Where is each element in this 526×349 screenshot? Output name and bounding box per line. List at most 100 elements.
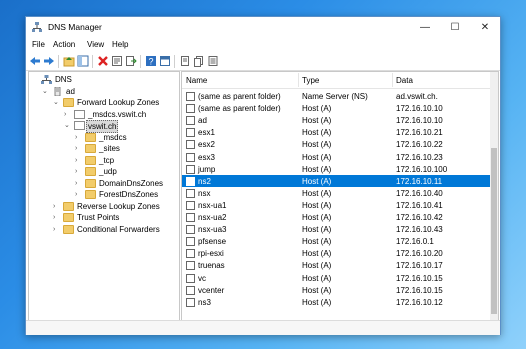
record-data: 172.16.10.12 (396, 297, 443, 307)
record-icon (186, 152, 195, 162)
record-icon (186, 285, 195, 295)
up-folder-icon[interactable] (63, 55, 75, 67)
record-type: Host (A) (302, 273, 332, 283)
expand-icon[interactable]: › (75, 155, 83, 166)
tree-node-label: ForestDnsZones (99, 190, 159, 199)
window-title: DNS Manager (48, 22, 102, 32)
record-type: Host (A) (302, 261, 332, 271)
column-data-header[interactable]: Data (396, 76, 413, 85)
record-row[interactable]: rpi-esxi Host (A) 172.16.10.20 (182, 247, 490, 259)
forward-icon[interactable] (43, 55, 55, 67)
delete-icon[interactable] (97, 55, 109, 67)
close-button[interactable]: ✕ (470, 17, 500, 38)
tree-node-label: DNS (55, 75, 72, 84)
record-row[interactable]: esx3 Host (A) 172.16.10.23 (182, 151, 490, 163)
collapse-icon[interactable]: ⌄ (64, 120, 72, 131)
record-name: nsx-ua2 (198, 213, 227, 222)
maximize-button[interactable]: ☐ (440, 17, 470, 38)
collapse-icon[interactable]: ⌄ (53, 97, 61, 108)
record-icon (186, 104, 195, 114)
expand-icon[interactable]: › (75, 143, 83, 154)
svg-text:?: ? (148, 57, 153, 67)
record-row[interactable]: (same as parent folder) Name Server (NS) a… (182, 90, 490, 102)
record-row[interactable]: nsx-ua3 Host (A) 172.16.10.43 (182, 223, 490, 235)
server-icon (52, 86, 63, 96)
copy-icon[interactable] (193, 55, 205, 67)
record-row[interactable]: esx1 Host (A) 172.16.10.21 (182, 126, 490, 138)
folder-icon (85, 144, 96, 153)
record-row[interactable]: ns2 Host (A) 172.16.10.11 (182, 174, 490, 187)
record-type: Host (A) (302, 140, 332, 150)
menu-action[interactable]: Action (53, 40, 75, 49)
record-icon (186, 92, 195, 101)
record-row[interactable]: vcenter Host (A) 172.16.10.15 (182, 284, 490, 296)
record-row[interactable]: esx2 Host (A) 172.16.10.22 (182, 138, 490, 150)
record-row[interactable]: nsx-ua1 Host (A) 172.16.10.41 (182, 199, 490, 211)
menu-help[interactable]: Help (112, 40, 128, 49)
expand-icon[interactable]: › (53, 201, 61, 212)
record-row[interactable]: vc Host (A) 172.16.10.15 (182, 272, 490, 284)
record-row[interactable]: nsx Host (A) 172.16.10.40 (182, 187, 490, 199)
tree-node-label: Forward Lookup Zones (77, 98, 160, 107)
properties-icon[interactable] (111, 55, 123, 67)
record-name: nsx-ua3 (198, 225, 227, 235)
record-name: vc (198, 273, 206, 283)
record-row[interactable]: jump Host (A) 172.16.10.100 (182, 163, 490, 175)
expand-icon[interactable]: › (75, 166, 83, 177)
help-icon[interactable]: ? (145, 55, 157, 67)
expand-icon[interactable]: › (75, 189, 83, 200)
tree-node-label: Trust Points (77, 213, 120, 222)
menu-file[interactable]: File (32, 40, 45, 49)
record-name: rpi-esxi (198, 249, 224, 259)
record-data: 172.16.10.100 (396, 164, 448, 174)
folder-icon (63, 201, 74, 211)
record-icon (186, 237, 195, 247)
record-name: nsx-ua1 (198, 200, 227, 210)
record-data: 172.16.10.22 (396, 140, 443, 150)
record-name: ns2 (198, 176, 211, 186)
show-hide-tree-icon[interactable] (77, 55, 89, 67)
expand-icon[interactable]: › (75, 178, 83, 189)
record-data: 172.16.0.1 (396, 237, 434, 247)
record-data: 172.16.10.42 (396, 213, 443, 222)
records-list: Name Type Data (same as parent folder) Na… (181, 71, 499, 322)
column-type-header[interactable]: Type (302, 76, 319, 85)
record-row[interactable]: ns3 Host (A) 172.16.10.12 (182, 296, 490, 308)
toolbar: ? (26, 53, 500, 71)
record-icon[interactable] (179, 55, 191, 67)
record-data: 172.16.10.23 (396, 152, 443, 162)
record-data: 172.16.10.43 (396, 225, 443, 235)
folder-icon (63, 213, 74, 222)
record-row[interactable]: truenas Host (A) 172.16.10.17 (182, 259, 490, 271)
list-icon[interactable] (207, 55, 219, 67)
record-row[interactable]: pfsense Host (A) 172.16.0.1 (182, 235, 490, 247)
console-icon[interactable] (159, 55, 171, 67)
expand-icon[interactable]: › (53, 212, 61, 223)
expand-icon[interactable]: › (64, 109, 72, 120)
record-name: esx3 (198, 152, 215, 162)
record-data: 172.16.10.10 (396, 104, 443, 114)
record-name: jump (198, 164, 216, 174)
record-icon (186, 188, 195, 198)
expand-icon[interactable]: › (75, 132, 83, 143)
expand-icon[interactable]: › (53, 224, 61, 235)
minimize-button[interactable]: — (410, 17, 440, 38)
record-row[interactable]: (same as parent folder) Host (A) 172.16.10… (182, 102, 490, 114)
column-name-header[interactable]: Name (186, 76, 207, 85)
record-type: Host (A) (302, 152, 332, 162)
record-data: 172.16.10.21 (396, 128, 443, 138)
record-data: 172.16.10.11 (396, 176, 443, 186)
menu-view[interactable]: View (87, 40, 104, 49)
export-icon[interactable] (125, 55, 137, 67)
scrollbar-thumb[interactable] (491, 148, 497, 314)
tree-node-label: _sites (99, 144, 120, 153)
record-row[interactable]: ad Host (A) 172.16.10.10 (182, 114, 490, 126)
collapse-icon[interactable]: ⌄ (42, 86, 50, 97)
vertical-scrollbar[interactable] (490, 72, 498, 321)
record-icon (186, 261, 195, 271)
folder-icon (63, 98, 74, 107)
record-row[interactable]: nsx-ua2 Host (A) 172.16.10.42 (182, 211, 490, 223)
record-type: Host (A) (302, 104, 332, 114)
record-name: ad (198, 116, 207, 126)
back-icon[interactable] (29, 55, 41, 67)
